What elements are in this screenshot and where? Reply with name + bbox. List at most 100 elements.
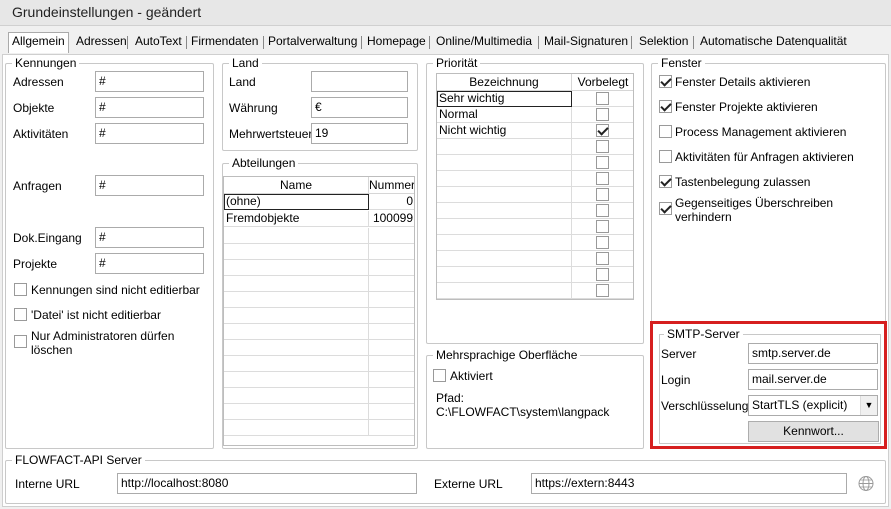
table-row[interactable] (224, 372, 414, 388)
tab-portalverwaltung[interactable]: Portalverwaltung (265, 33, 360, 52)
table-row[interactable] (437, 187, 633, 203)
prioritaet-col-vorbelegt[interactable]: Vorbelegt (572, 74, 633, 91)
abteilungen-col-nummer[interactable]: Nummer (369, 177, 414, 194)
mehrsprachig-aktiviert-checkbox[interactable] (433, 369, 446, 382)
table-row[interactable] (437, 283, 633, 299)
table-row[interactable] (437, 203, 633, 219)
api-legend: FLOWFACT-API Server (12, 453, 145, 467)
externe-url-input[interactable]: https://extern:8443 (531, 473, 847, 494)
dok-eingang-input[interactable]: # (95, 227, 204, 248)
table-row[interactable] (437, 235, 633, 251)
kennungen-nicht-editierbar-checkbox[interactable] (14, 283, 27, 296)
table-row[interactable] (437, 171, 633, 187)
table-row[interactable] (224, 340, 414, 356)
prioritaet-name[interactable]: Nicht wichtig (437, 123, 572, 139)
table-row[interactable] (437, 219, 633, 235)
vorbelegt-checkbox[interactable] (596, 92, 609, 105)
abteilung-name[interactable]: (ohne) (224, 194, 369, 210)
table-row[interactable] (437, 267, 633, 283)
vorbelegt-checkbox[interactable] (596, 188, 609, 201)
datei-nicht-editierbar-label: 'Datei' ist nicht editierbar (31, 308, 161, 322)
abteilung-name[interactable]: Fremdobjekte (224, 211, 369, 227)
tab-allgemein[interactable]: Allgemein (8, 32, 69, 53)
datei-nicht-editierbar-checkbox[interactable] (14, 308, 27, 321)
table-row[interactable] (224, 260, 414, 276)
tastenbelegung-checkbox[interactable] (659, 175, 672, 188)
projekte-input[interactable]: # (95, 253, 204, 274)
globe-icon[interactable] (855, 473, 877, 494)
table-row[interactable]: Fremdobjekte 100099 (224, 211, 414, 227)
mehrsprachig-legend: Mehrsprachige Oberfläche (433, 348, 581, 362)
land-input[interactable] (311, 71, 408, 92)
prioritaet-table[interactable]: Bezeichnung Vorbelegt Sehr wichtig Norma… (436, 73, 634, 300)
tab-homepage[interactable]: Homepage (364, 33, 429, 52)
table-row[interactable] (437, 139, 633, 155)
aktivitaeten-input[interactable]: # (95, 123, 204, 144)
objekte-label: Objekte (13, 101, 55, 115)
abteilung-nummer[interactable]: 0 (369, 194, 414, 210)
fenster-details-checkbox[interactable] (659, 75, 672, 88)
tab-adressen[interactable]: Adressen (73, 33, 130, 52)
table-row[interactable] (224, 324, 414, 340)
table-row[interactable] (437, 251, 633, 267)
table-row[interactable] (224, 292, 414, 308)
aktivitaeten-anfragen-checkbox[interactable] (659, 150, 672, 163)
anfragen-label: Anfragen (13, 179, 62, 193)
prioritaet-col-bezeichnung[interactable]: Bezeichnung (437, 74, 572, 91)
vorbelegt-checkbox[interactable] (596, 124, 609, 137)
table-row[interactable] (224, 308, 414, 324)
tab-automatische-datenqualitaet[interactable]: Automatische Datenqualität (697, 33, 850, 52)
vorbelegt-checkbox[interactable] (596, 156, 609, 169)
fenster-projekte-checkbox[interactable] (659, 100, 672, 113)
table-row[interactable] (224, 276, 414, 292)
vorbelegt-checkbox[interactable] (596, 252, 609, 265)
prioritaet-name[interactable]: Normal (437, 107, 572, 123)
prioritaet-name[interactable]: Sehr wichtig (437, 91, 572, 107)
abteilungen-col-name[interactable]: Name (224, 177, 369, 194)
table-row[interactable]: Normal (437, 107, 633, 123)
mehrwertsteuer-input[interactable]: 19 (311, 123, 408, 144)
table-row[interactable] (437, 155, 633, 171)
waehrung-label: Währung (229, 101, 278, 115)
tab-selektion[interactable]: Selektion (636, 33, 691, 52)
table-row[interactable]: Sehr wichtig (437, 91, 633, 107)
tab-online-multimedia[interactable]: Online/Multimedia (433, 33, 535, 52)
fenster-legend: Fenster (658, 56, 705, 70)
waehrung-input[interactable]: € (311, 97, 408, 118)
vorbelegt-checkbox[interactable] (596, 172, 609, 185)
tab-firmendaten[interactable]: Firmendaten (188, 33, 261, 52)
table-row[interactable] (224, 228, 414, 244)
abteilungen-group: Abteilungen Name Nummer (ohne) 0 Fremdob… (222, 156, 418, 449)
vorbelegt-checkbox[interactable] (596, 236, 609, 249)
abteilungen-table[interactable]: Name Nummer (ohne) 0 Fremdobjekte 100099 (223, 176, 415, 446)
adressen-input[interactable]: # (95, 71, 204, 92)
process-management-checkbox[interactable] (659, 125, 672, 138)
vorbelegt-checkbox[interactable] (596, 220, 609, 233)
title-bar: Grundeinstellungen - geändert (0, 0, 891, 26)
table-row[interactable]: (ohne) 0 (224, 194, 414, 210)
land-legend: Land (229, 56, 262, 70)
anfragen-input[interactable]: # (95, 175, 204, 196)
table-row[interactable] (224, 388, 414, 404)
table-row[interactable] (224, 356, 414, 372)
externe-url-label: Externe URL (434, 477, 503, 491)
interne-url-input[interactable]: http://localhost:8080 (117, 473, 417, 494)
vorbelegt-checkbox[interactable] (596, 108, 609, 121)
table-row[interactable] (224, 244, 414, 260)
table-row[interactable]: Nicht wichtig (437, 123, 633, 139)
table-row[interactable] (224, 420, 414, 436)
vorbelegt-checkbox[interactable] (596, 140, 609, 153)
land-label: Land (229, 75, 256, 89)
ueberschreiben-label: Gegenseitiges Überschreiben verhindern (675, 196, 834, 224)
nur-admins-loeschen-checkbox[interactable] (14, 335, 27, 348)
kennungen-group: Kennungen Adressen # Objekte # Aktivität… (5, 56, 214, 449)
ueberschreiben-checkbox[interactable] (659, 202, 672, 215)
objekte-input[interactable]: # (95, 97, 204, 118)
table-row[interactable] (224, 404, 414, 420)
vorbelegt-checkbox[interactable] (596, 268, 609, 281)
tab-autotext[interactable]: AutoText (132, 33, 185, 52)
vorbelegt-checkbox[interactable] (596, 284, 609, 297)
tab-mail-signaturen[interactable]: Mail-Signaturen (541, 33, 631, 52)
vorbelegt-checkbox[interactable] (596, 204, 609, 217)
abteilung-nummer[interactable]: 100099 (369, 211, 414, 227)
